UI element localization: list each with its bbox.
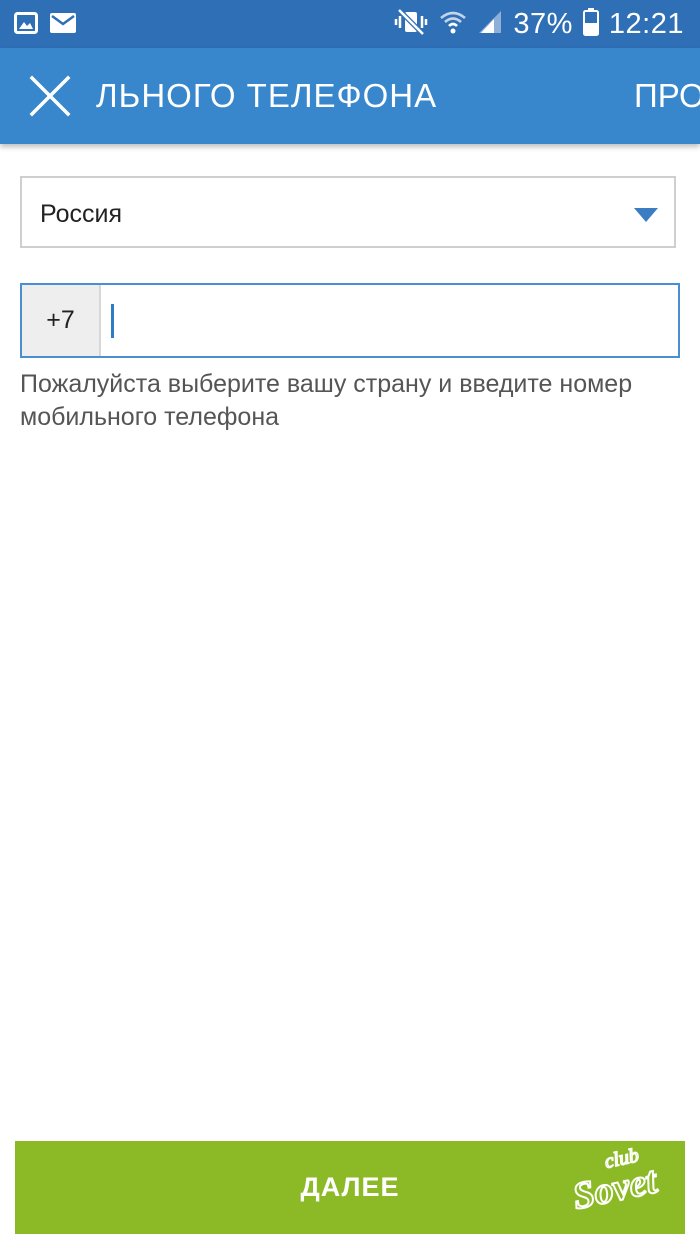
wifi-icon — [439, 9, 467, 40]
next-button[interactable]: ДАЛЕЕ — [15, 1141, 685, 1234]
mute-vibrate-icon — [393, 7, 429, 41]
status-indicators: 37% 12:21 — [393, 6, 684, 42]
battery-icon — [582, 7, 599, 41]
country-code: +7 — [22, 285, 101, 356]
close-button[interactable] — [22, 68, 78, 124]
skip-action[interactable]: ПРО — [634, 78, 700, 114]
clock: 12:21 — [608, 7, 684, 40]
country-select[interactable]: Россия — [20, 176, 676, 248]
battery-percent: 37% — [513, 7, 573, 40]
page-title: ЛЬНОГО ТЕЛЕФОНА — [96, 77, 438, 114]
hint-text: Пожалуйста выберите вашу страну и введит… — [20, 370, 633, 431]
mail-icon — [50, 13, 76, 38]
app-bar: ЛЬНОГО ТЕЛЕФОНА ПРО — [0, 48, 700, 144]
status-notifications — [14, 12, 76, 39]
signal-icon — [477, 9, 503, 40]
gallery-icon — [14, 12, 38, 39]
phone-field: +7 — [20, 283, 680, 358]
screen: 37% 12:21 ЛЬНОГО ТЕЛЕФОНА ПРО Россия +7 … — [0, 0, 700, 1244]
country-value: Россия — [40, 200, 122, 228]
status-bar: 37% 12:21 — [0, 0, 700, 48]
close-icon — [29, 75, 71, 117]
phone-input[interactable] — [106, 287, 678, 354]
text-cursor — [111, 304, 114, 338]
dropdown-arrow-icon — [634, 208, 658, 227]
